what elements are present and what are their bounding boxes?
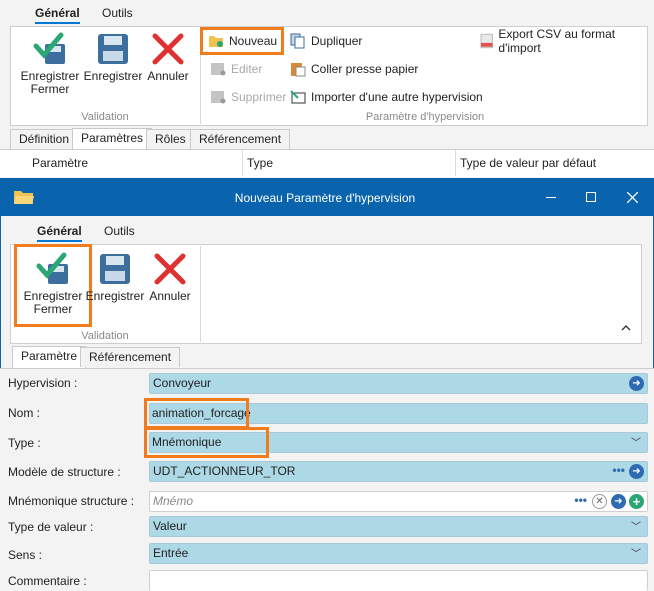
- collapse-ribbon-icon[interactable]: [621, 324, 631, 331]
- chevron-down-icon[interactable]: ﹀: [631, 545, 641, 564]
- bg-duplicate-label: Dupliquer: [311, 34, 363, 48]
- bg-delete-button[interactable]: Supprimer: [210, 87, 286, 107]
- nom-value-box: animation_forcage: [144, 398, 251, 429]
- more-options-icon[interactable]: •••: [574, 491, 587, 510]
- bg-delete-label: Supprimer: [231, 90, 287, 104]
- bg-col-sep-2: [455, 150, 456, 176]
- type-value-box: Mnémonique structure: [144, 427, 269, 475]
- modele-label: Modèle de structure :: [8, 465, 121, 479]
- dialog-subtab-referencement[interactable]: Référencement: [80, 347, 181, 367]
- csv-export-icon: [480, 33, 493, 49]
- dialog-save-close-label-2: Fermer: [33, 302, 73, 316]
- bg-subtab-parametres[interactable]: Paramètres: [72, 128, 153, 149]
- dialog-folder-icon: [14, 191, 34, 204]
- bg-paste-button[interactable]: Coller presse papier: [290, 59, 418, 79]
- dialog-save-button[interactable]: Enregistrer: [85, 252, 145, 303]
- delete-icon: [211, 91, 226, 104]
- dialog-save-label: Enregistrer: [85, 289, 145, 303]
- sens-label: Sens :: [8, 548, 43, 562]
- cancel-icon: [152, 33, 184, 65]
- dialog-validation-group-label: Validation: [81, 330, 129, 342]
- type-select[interactable]: Mnémonique structure ﹀: [144, 427, 648, 475]
- close-icon[interactable]: [627, 192, 638, 203]
- bg-cancel-label: Annuler: [147, 69, 189, 83]
- hypervision-value: Convoyeur: [153, 376, 212, 390]
- bg-new-button[interactable]: Nouveau: [200, 27, 284, 55]
- bg-duplicate-button[interactable]: Dupliquer: [290, 31, 362, 51]
- nom-field[interactable]: animation_forcage: [144, 398, 648, 429]
- bg-tab-outils[interactable]: Outils: [102, 6, 133, 20]
- save-close-icon: [36, 252, 68, 284]
- modele-field[interactable]: UDT_ACTIONNEUR_TOR ••• ➜: [149, 461, 648, 482]
- bg-edit-label: Editer: [231, 62, 263, 76]
- dialog-tab-general[interactable]: Général: [37, 224, 82, 242]
- dialog-subtab-parametre[interactable]: Paramètre: [12, 346, 87, 368]
- commentaire-label: Commentaire :: [8, 574, 87, 588]
- modele-value: UDT_ACTIONNEUR_TOR: [153, 464, 296, 478]
- bg-subtab-referencement[interactable]: Référencement: [190, 129, 291, 149]
- bg-col-parametre[interactable]: Paramètre: [32, 156, 88, 170]
- bg-col-sep-1: [242, 150, 243, 176]
- bg-save-button[interactable]: Enregistrer: [83, 32, 143, 83]
- bg-import-button[interactable]: Importer d'une autre hypervision: [290, 87, 483, 107]
- bg-export-label: Export CSV au format d'import: [498, 27, 616, 55]
- duplicate-icon: [290, 33, 305, 49]
- bg-save-close-label-2: Fermer: [30, 82, 70, 96]
- commentaire-field[interactable]: [149, 570, 648, 591]
- dialog-ribbon-divider: [200, 246, 201, 342]
- type-valeur-label: Type de valeur :: [8, 520, 94, 534]
- bg-subtab-definition[interactable]: Définition: [10, 129, 79, 149]
- navigate-arrow-icon[interactable]: ➜: [611, 494, 626, 509]
- bg-paste-label: Coller presse papier: [311, 62, 419, 76]
- dialog-tab-outils[interactable]: Outils: [104, 224, 135, 238]
- chevron-down-icon[interactable]: ﹀: [631, 434, 641, 453]
- minimize-icon[interactable]: [546, 197, 556, 198]
- edit-icon: [211, 63, 226, 76]
- type-valeur-select[interactable]: Valeur ﹀: [149, 516, 648, 537]
- bg-tab-general[interactable]: Général: [35, 6, 80, 24]
- bg-save-label: Enregistrer: [83, 69, 143, 83]
- bg-subtab-roles[interactable]: Rôles: [146, 129, 195, 149]
- hypervision-field[interactable]: Convoyeur ➜: [149, 373, 648, 394]
- type-label: Type :: [8, 436, 41, 450]
- bg-ribbon-divider: [200, 28, 201, 124]
- import-icon: [290, 90, 306, 104]
- dialog-cancel-button[interactable]: Annuler: [147, 252, 193, 303]
- more-options-icon[interactable]: •••: [612, 461, 625, 480]
- bg-export-button[interactable]: Export CSV au format d'import: [480, 27, 654, 55]
- bg-col-type[interactable]: Type: [247, 156, 273, 170]
- chevron-down-icon[interactable]: ﹀: [631, 518, 641, 537]
- nom-label: Nom :: [8, 406, 41, 420]
- mnemo-placeholder: Mnémo: [153, 494, 194, 508]
- bg-edit-button[interactable]: Editer: [210, 59, 262, 79]
- maximize-icon[interactable]: [586, 192, 596, 202]
- dialog-save-close-button[interactable]: Enregistrer Fermer: [14, 244, 92, 327]
- navigate-arrow-icon[interactable]: ➜: [629, 376, 644, 391]
- clear-icon[interactable]: ✕: [592, 494, 607, 509]
- type-valeur-value: Valeur: [153, 519, 187, 533]
- dialog-cancel-label: Annuler: [149, 289, 191, 303]
- new-folder-icon: [209, 36, 223, 47]
- add-icon[interactable]: +: [629, 494, 644, 509]
- hypervision-label: Hypervision :: [8, 376, 78, 390]
- cancel-icon: [154, 253, 186, 285]
- bg-col-type-valeur[interactable]: Type de valeur par défaut: [460, 156, 596, 170]
- bg-save-close-button[interactable]: Enregistrer Fermer: [20, 32, 80, 96]
- bg-import-label: Importer d'une autre hypervision: [311, 90, 483, 104]
- bg-new-label: Nouveau: [229, 34, 278, 48]
- bg-hypervision-group-label: Paramètre d'hypervision: [365, 111, 485, 123]
- sens-select[interactable]: Entrée ﹀: [149, 543, 648, 564]
- bg-validation-group-label: Validation: [81, 111, 129, 123]
- save-close-icon: [33, 32, 65, 64]
- save-icon: [100, 254, 130, 284]
- save-icon: [98, 34, 128, 64]
- dialog-title: Nouveau Paramètre d'hypervision: [234, 191, 416, 205]
- mnemo-label: Mnémonique structure :: [8, 494, 135, 508]
- bg-cancel-button[interactable]: Annuler: [145, 32, 191, 83]
- navigate-arrow-icon[interactable]: ➜: [629, 464, 644, 479]
- sens-value: Entrée: [153, 546, 189, 560]
- mnemo-field[interactable]: Mnémo ••• ✕ ➜ +: [149, 491, 648, 512]
- paste-icon: [291, 63, 306, 77]
